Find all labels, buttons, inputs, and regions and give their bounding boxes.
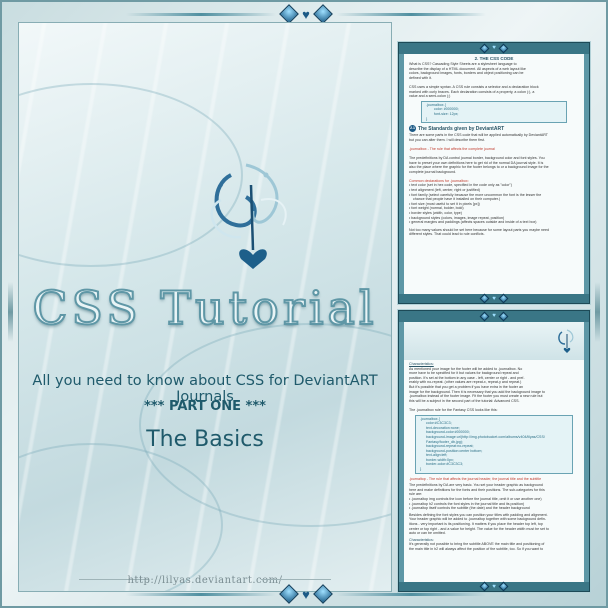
heart-icon: ♥ bbox=[302, 586, 310, 602]
journal-preview-1: ♥ 2. THE CSS CODE What is CSS? Cascading… bbox=[398, 42, 590, 304]
preview-border-right bbox=[584, 54, 589, 294]
code-box: .journalbox { color:#C3C3C3; text-decora… bbox=[415, 414, 573, 474]
gem-icon bbox=[312, 4, 333, 24]
preview-content: Characteristics: As mentioned your image… bbox=[404, 322, 584, 582]
tutorial-title: CSS Tutorial bbox=[31, 280, 378, 336]
heart-swirl-logo-icon bbox=[210, 163, 287, 269]
code-box: .journalbox { color: #000000; font-size:… bbox=[421, 100, 567, 124]
preview-header-image bbox=[404, 322, 584, 360]
text-line: auto or can be omitted. bbox=[409, 531, 446, 536]
url-divider bbox=[261, 579, 331, 580]
top-ornament: ♥ bbox=[2, 4, 608, 24]
preview-footer: ♥ bbox=[399, 293, 589, 304]
subsection-title: 2.1 The Standards given by DeviantART bbox=[409, 125, 579, 133]
ornament-bar bbox=[126, 592, 277, 596]
preview-border-right bbox=[584, 322, 589, 582]
gem-icon bbox=[312, 584, 333, 604]
ornament-bar bbox=[335, 12, 486, 16]
rule-title: .journaltop - The rule that affects the … bbox=[409, 476, 542, 481]
artist-url: http://lilyas.deviantart.com/ bbox=[127, 575, 283, 586]
bullet-item: .journaltop itself controls the subtitle… bbox=[409, 506, 579, 511]
heart-icon: ♥ bbox=[492, 45, 496, 51]
gem-icon bbox=[279, 584, 300, 604]
gem-icon bbox=[479, 43, 490, 53]
preview-header: ♥ bbox=[399, 43, 589, 53]
gem-icon bbox=[479, 293, 490, 304]
gem-icon bbox=[498, 311, 509, 321]
bottom-ornament: ♥ bbox=[2, 584, 608, 604]
part-label: *** PART ONE *** bbox=[144, 399, 266, 414]
subsection-title-text: The Standards given by DeviantART bbox=[418, 125, 505, 132]
gem-icon bbox=[498, 43, 509, 53]
mini-heart-logo-icon bbox=[558, 329, 574, 353]
heart-icon: ♥ bbox=[302, 6, 310, 22]
section-title: The Basics bbox=[146, 427, 264, 452]
ornament-bar bbox=[126, 12, 277, 16]
artwork-frame: ♥ CSS Tutorial All you need to know abou… bbox=[0, 0, 608, 608]
heart-icon: ♥ bbox=[492, 313, 496, 319]
gem-icon bbox=[498, 293, 509, 304]
right-side-ornament bbox=[595, 282, 600, 342]
ornament-bar bbox=[335, 592, 486, 596]
preview-content: 2. THE CSS CODE What is CSS? Cascading S… bbox=[404, 54, 584, 294]
heart-icon: ♥ bbox=[492, 295, 496, 302]
code-line: } bbox=[420, 467, 422, 472]
text-line: value and a semi-colon (;) bbox=[409, 94, 451, 99]
gem-icon bbox=[479, 311, 490, 321]
title-panel: CSS Tutorial All you need to know about … bbox=[18, 22, 392, 592]
code-line: } bbox=[426, 116, 428, 121]
preview-header: ♥ bbox=[399, 311, 589, 321]
section-number-badge: 2.1 bbox=[409, 125, 416, 133]
text-line: the main title in h2 will always affect … bbox=[409, 546, 544, 551]
left-side-ornament bbox=[8, 282, 13, 342]
journal-preview-2: ♥ Characteristics: As mentioned your ima… bbox=[398, 310, 590, 592]
bullet-item: general margins and paddings (affects sp… bbox=[409, 220, 579, 225]
gem-icon bbox=[279, 4, 300, 24]
text-line: The .journalbox rule for the Fantasy CSS… bbox=[409, 407, 498, 412]
text-line: different styles. That could lead to rul… bbox=[409, 232, 485, 237]
